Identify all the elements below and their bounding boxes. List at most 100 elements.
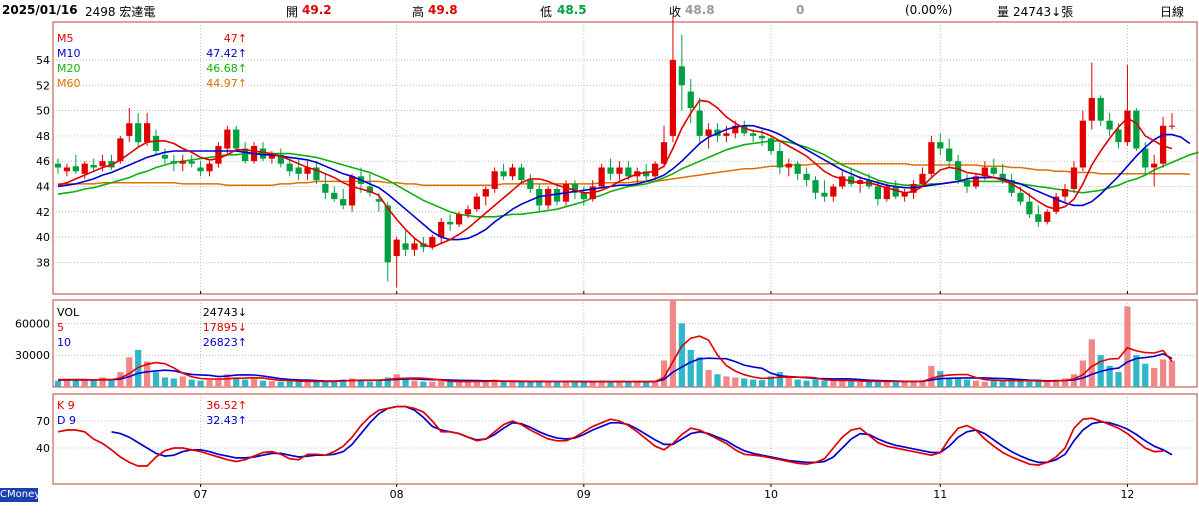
volume-bar bbox=[197, 380, 204, 387]
candle-body bbox=[669, 59, 677, 136]
candle bbox=[553, 186, 561, 206]
candle bbox=[1079, 110, 1086, 172]
candle-body bbox=[1133, 110, 1140, 149]
volume-bar bbox=[72, 380, 79, 387]
candle bbox=[402, 230, 409, 257]
volume-bar bbox=[562, 381, 570, 387]
ma10-legend-value: 47.42↑ bbox=[206, 47, 247, 60]
ma5-legend: M5 47↑ bbox=[57, 32, 247, 47]
candle-body bbox=[821, 192, 828, 197]
volume-bar bbox=[411, 380, 418, 387]
candle bbox=[901, 188, 908, 202]
candle-body bbox=[126, 123, 133, 136]
candle-body bbox=[1115, 129, 1122, 143]
candle-body bbox=[963, 180, 971, 187]
candle-body bbox=[455, 214, 463, 225]
candle bbox=[304, 161, 311, 181]
volume-bar bbox=[54, 380, 62, 387]
candle-body bbox=[1142, 148, 1149, 168]
candle bbox=[1106, 113, 1113, 136]
volume-bar bbox=[259, 380, 267, 387]
candle-body bbox=[340, 199, 347, 206]
candle bbox=[928, 135, 935, 177]
volume-bar bbox=[179, 376, 186, 387]
volume-bar bbox=[295, 381, 302, 387]
candle-body bbox=[527, 180, 534, 189]
candle-body bbox=[1097, 97, 1104, 121]
candle-body bbox=[1026, 201, 1033, 215]
vol10-legend-name: 10 bbox=[57, 336, 71, 349]
candle-body bbox=[1044, 211, 1051, 222]
ma60-layer bbox=[58, 162, 1190, 186]
candle bbox=[72, 154, 79, 174]
candle bbox=[821, 180, 828, 202]
volume-bar bbox=[848, 381, 855, 387]
candle bbox=[1133, 108, 1140, 152]
volume-bar bbox=[447, 381, 454, 387]
candle-body bbox=[491, 171, 498, 189]
candle-body bbox=[607, 167, 614, 174]
candle-body bbox=[295, 167, 302, 174]
volume-bar bbox=[928, 365, 935, 387]
candle-body bbox=[259, 148, 267, 159]
candle-body bbox=[1106, 120, 1113, 130]
candle bbox=[972, 173, 980, 189]
candle-body bbox=[1017, 192, 1024, 202]
ma60-legend-name: M60 bbox=[57, 77, 81, 90]
candle-body bbox=[1088, 97, 1095, 121]
candle-body bbox=[830, 186, 837, 197]
price-tick-label: 44 bbox=[36, 180, 50, 193]
candle bbox=[669, 15, 677, 143]
volume-bar bbox=[170, 378, 177, 387]
candle-body bbox=[803, 173, 810, 181]
candle-body bbox=[625, 167, 632, 177]
candle-body bbox=[464, 209, 472, 215]
candle-body bbox=[678, 66, 685, 86]
price-tick-label: 48 bbox=[36, 130, 50, 143]
candle-body bbox=[1079, 120, 1086, 168]
cmoney-logo[interactable]: CMoney bbox=[0, 488, 38, 502]
volume-bar bbox=[188, 379, 195, 387]
volume-bar bbox=[268, 381, 276, 387]
volume-bar bbox=[803, 380, 810, 387]
price-tick-label: 46 bbox=[36, 155, 50, 168]
vol-legend: VOL 24743↓ bbox=[57, 306, 247, 321]
volume-bar bbox=[375, 380, 382, 387]
candle-body bbox=[482, 188, 489, 197]
candle bbox=[447, 214, 454, 231]
candle bbox=[188, 154, 195, 168]
volume-bar bbox=[277, 381, 284, 387]
volume-bar bbox=[206, 380, 213, 387]
volume-bar bbox=[741, 378, 748, 387]
candle-body bbox=[90, 164, 97, 168]
volume-bar bbox=[1026, 381, 1033, 387]
volume-bar bbox=[420, 381, 427, 387]
volume-bar bbox=[1035, 381, 1042, 387]
candle-body bbox=[1124, 110, 1131, 143]
candle-body bbox=[393, 239, 400, 257]
price-tick-label: 54 bbox=[36, 54, 50, 67]
kd-legend: K 9 36.52↑ D 9 32.43↑ bbox=[57, 399, 247, 431]
ma5-legend-name: M5 bbox=[57, 32, 74, 45]
volume-bar bbox=[732, 377, 739, 387]
candle bbox=[126, 108, 133, 143]
volume-tick-label: 30000 bbox=[15, 349, 50, 362]
candle bbox=[1159, 116, 1167, 168]
volume-tick-label: 60000 bbox=[15, 317, 50, 330]
candle bbox=[803, 167, 810, 187]
volume-bar bbox=[634, 382, 641, 387]
candle bbox=[322, 173, 329, 200]
candle-body bbox=[233, 129, 240, 149]
candle bbox=[500, 163, 507, 181]
candle bbox=[277, 148, 284, 168]
ma60-legend: M60 44.97↑ bbox=[57, 77, 247, 92]
candle-body bbox=[812, 180, 819, 193]
candle bbox=[108, 154, 115, 171]
candle-body bbox=[206, 163, 213, 172]
volume-bar bbox=[500, 381, 507, 387]
candle bbox=[678, 34, 685, 111]
k9-legend: K 9 36.52↑ bbox=[57, 399, 247, 414]
price-legend: M5 47↑ M10 47.42↑ M20 46.68↑ M60 44.97↑ bbox=[57, 32, 247, 94]
candle bbox=[384, 201, 391, 282]
volume-bar bbox=[1088, 339, 1095, 387]
